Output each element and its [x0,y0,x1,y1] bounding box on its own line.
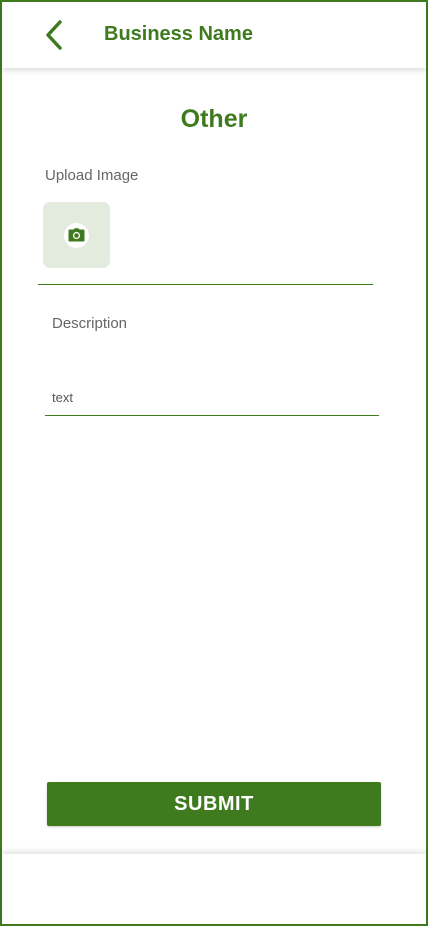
app-frame: Business Name Other Upload Image Descrip… [0,0,428,926]
upload-image-label: Upload Image [45,167,139,184]
bottom-bar [2,854,426,924]
submit-button[interactable]: SUBMIT [47,782,381,826]
page-title: Other [180,105,248,133]
description-input[interactable] [45,380,379,416]
upload-image-button[interactable] [43,202,110,268]
camera-icon-badge [64,223,89,248]
chevron-left-icon [46,20,62,50]
header-title: Business Name [104,23,253,45]
back-button[interactable] [40,16,74,54]
upload-divider [38,284,373,285]
description-label: Description [52,315,128,332]
camera-icon [68,228,85,242]
app-header: Business Name [2,2,426,68]
